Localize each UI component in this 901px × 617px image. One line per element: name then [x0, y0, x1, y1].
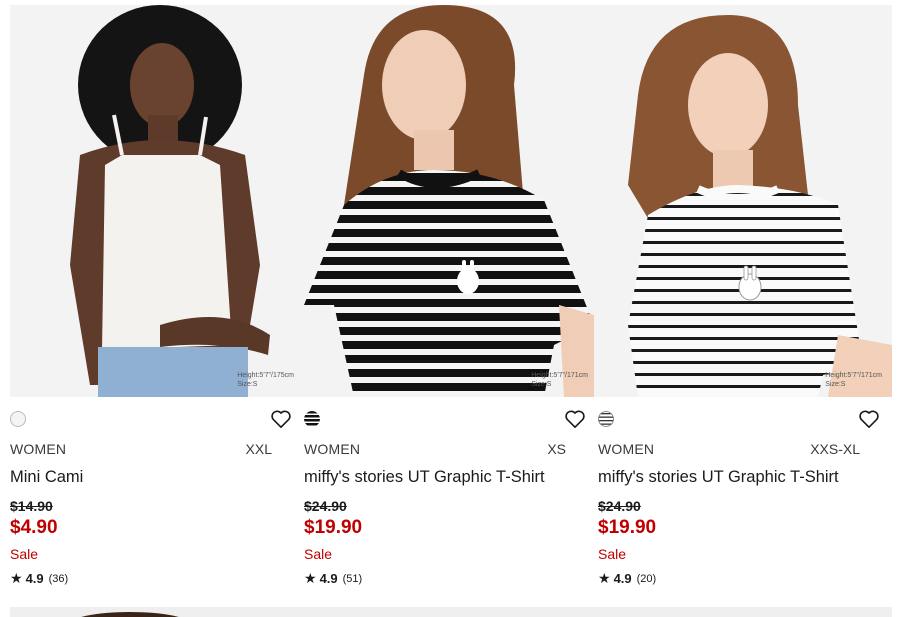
- star-icon: ★: [304, 570, 317, 586]
- product-image[interactable]: Height:5'7"/171cm Size:S: [598, 5, 892, 397]
- black-stripe-swatch-icon[interactable]: [304, 411, 320, 427]
- sale-price: $19.90: [304, 517, 363, 538]
- model-height: Height:5'7"/171cm: [825, 372, 882, 379]
- next-product-image[interactable]: [304, 607, 598, 617]
- product-card-miffy-black[interactable]: Height:5'7"/171cm Size:S WOMEN XS miffy'…: [304, 5, 598, 605]
- original-price: $24.90: [304, 498, 347, 514]
- product-rating: ★ 4.9 (20): [598, 570, 656, 587]
- review-count: (36): [48, 572, 69, 585]
- white-swatch-icon[interactable]: [10, 411, 26, 427]
- product-name[interactable]: miffy's stories UT Graphic T-Shirt: [304, 468, 545, 487]
- review-count: (20): [636, 572, 657, 585]
- product-size-range: XXL: [245, 441, 272, 457]
- product-card-miffy-white[interactable]: Height:5'7"/171cm Size:S WOMEN XXS-XL mi…: [598, 5, 892, 605]
- product-size-range: XS: [547, 441, 566, 457]
- sale-price: $19.90: [598, 517, 657, 538]
- product-rating: ★ 4.9 (51): [304, 570, 362, 587]
- model-info: Height:5'7"/175cm Size:S: [237, 371, 294, 389]
- model-size: Size:S: [825, 381, 846, 388]
- heart-icon[interactable]: [858, 409, 880, 429]
- model-size: Size:S: [237, 381, 258, 388]
- next-product-image[interactable]: [598, 607, 892, 617]
- review-count: (51): [342, 572, 363, 585]
- heart-icon[interactable]: [270, 409, 292, 429]
- product-grid: Height:5'7"/175cm Size:S WOMEN XXL Mini …: [10, 5, 892, 605]
- rating-score: 4.9: [613, 571, 632, 586]
- sale-price: $4.90: [10, 517, 58, 538]
- rating-score: 4.9: [25, 571, 44, 586]
- model-height: Height:5'7"/175cm: [237, 372, 294, 379]
- product-gender: WOMEN: [598, 441, 655, 457]
- model-size: Size:S: [531, 381, 552, 388]
- star-icon: ★: [10, 570, 23, 586]
- product-gender: WOMEN: [10, 441, 67, 457]
- original-price: $14.90: [10, 498, 53, 514]
- white-stripe-swatch-icon[interactable]: [598, 411, 614, 427]
- product-name[interactable]: Mini Cami: [10, 468, 83, 487]
- rating-score: 4.9: [319, 571, 338, 586]
- product-size-range: XXS-XL: [810, 441, 860, 457]
- star-icon: ★: [598, 570, 611, 586]
- product-image[interactable]: Height:5'7"/171cm Size:S: [304, 5, 598, 397]
- product-image[interactable]: Height:5'7"/175cm Size:S: [10, 5, 304, 397]
- product-rating: ★ 4.9 (36): [10, 570, 68, 587]
- product-name[interactable]: miffy's stories UT Graphic T-Shirt: [598, 468, 839, 487]
- product-gender: WOMEN: [304, 441, 361, 457]
- sale-badge: Sale: [598, 546, 627, 562]
- next-product-image[interactable]: [10, 607, 304, 617]
- model-info: Height:5'7"/171cm Size:S: [825, 371, 882, 389]
- sale-badge: Sale: [10, 546, 39, 562]
- sale-badge: Sale: [304, 546, 333, 562]
- original-price: $24.90: [598, 498, 641, 514]
- heart-icon[interactable]: [564, 409, 586, 429]
- model-height: Height:5'7"/171cm: [531, 372, 588, 379]
- product-card-mini-cami[interactable]: Height:5'7"/175cm Size:S WOMEN XXL Mini …: [10, 5, 304, 605]
- model-info: Height:5'7"/171cm Size:S: [531, 371, 588, 389]
